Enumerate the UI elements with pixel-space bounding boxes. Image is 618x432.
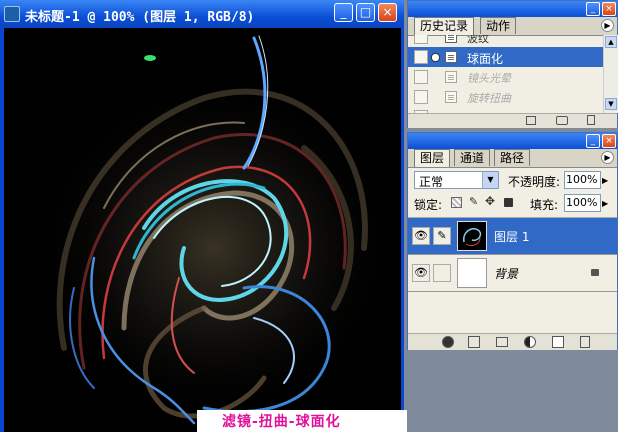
tab-actions[interactable]: 动作 — [480, 17, 517, 34]
layers-panel-title-bar[interactable]: _ × — [408, 133, 617, 149]
delete-layer-trash-icon[interactable] — [580, 336, 590, 348]
layers-list: 👁 ✎ 图层 1 👁 背景 — [408, 217, 617, 334]
history-state-icon — [445, 71, 457, 83]
snapshot-icon[interactable] — [556, 116, 568, 125]
lock-transparency-icon[interactable] — [451, 197, 462, 208]
history-item-label: 球面化 — [467, 52, 504, 66]
fill-slider-arrow-icon[interactable]: ▶ — [602, 199, 608, 208]
lock-brush-icon[interactable]: ✎ — [469, 195, 478, 208]
layer-thumbnail — [457, 258, 487, 288]
lock-label: 锁定: — [414, 198, 443, 212]
layer-name: 背景 — [494, 267, 519, 281]
history-item-label: 波纹 — [467, 35, 489, 45]
layer-brush-link-icon[interactable]: ✎ — [433, 227, 451, 245]
chevron-down-icon[interactable]: ▼ — [482, 172, 498, 188]
opacity-slider-arrow-icon[interactable]: ▶ — [602, 176, 608, 185]
fill-input[interactable]: 100% — [564, 194, 601, 212]
trash-icon[interactable] — [587, 115, 595, 125]
close-button[interactable]: × — [378, 3, 397, 22]
blend-mode-select[interactable]: 正常 ▼ — [414, 171, 499, 189]
layer-group-icon[interactable] — [496, 337, 508, 347]
photoshop-icon — [4, 6, 20, 22]
history-footer — [408, 113, 617, 128]
opacity-value: 100% — [566, 173, 598, 186]
layer-link-slot[interactable] — [433, 264, 451, 282]
layer-mask-icon[interactable] — [468, 336, 480, 348]
minimize-button[interactable]: _ — [334, 3, 353, 22]
new-document-icon[interactable] — [526, 116, 536, 125]
history-state-marker-icon — [431, 53, 440, 62]
document-title-bar[interactable]: 未标题-1 @ 100% (图层 1, RGB/8) _ □ × — [0, 0, 404, 28]
history-state-icon — [445, 91, 457, 103]
adjustment-layer-icon[interactable] — [524, 336, 536, 348]
history-list: 波纹 球面化 镜头光晕 旋转扭曲 — [408, 35, 603, 113]
new-layer-icon[interactable] — [552, 336, 564, 348]
history-panel-title-bar[interactable]: _ × — [408, 1, 617, 17]
layers-close-button[interactable]: × — [602, 134, 616, 148]
fill-label: 填充: — [530, 198, 559, 212]
document-window: 未标题-1 @ 100% (图层 1, RGB/8) _ □ × 滤镜-扭曲-球… — [0, 0, 407, 432]
opacity-label: 不透明度: — [508, 175, 561, 189]
tab-history[interactable]: 历史记录 — [414, 17, 475, 35]
history-state-icon — [445, 51, 457, 63]
layer-visibility-eye-icon[interactable]: 👁 — [412, 227, 430, 245]
history-close-button[interactable]: × — [602, 2, 616, 16]
history-item[interactable]: 旋转扭曲 — [408, 87, 603, 107]
panel-menu-arrow-icon[interactable]: ▶ — [601, 151, 614, 164]
history-scrollbar[interactable]: ▲ ▼ — [603, 35, 618, 113]
history-item-selected[interactable]: 球面化 — [408, 47, 603, 67]
panel-menu-arrow-icon[interactable]: ▶ — [601, 19, 614, 32]
caption-text: 滤镜-扭曲-球面化 — [222, 414, 341, 430]
history-item[interactable]: 波纹 — [408, 35, 603, 47]
history-minimize-button[interactable]: _ — [586, 2, 600, 16]
layers-footer — [408, 333, 617, 350]
history-item-label: 镜头光晕 — [467, 72, 511, 85]
layers-minimize-button[interactable]: _ — [586, 134, 600, 148]
tab-paths[interactable]: 路径 — [494, 149, 531, 166]
lock-move-icon[interactable]: ✥ — [485, 194, 495, 208]
opacity-input[interactable]: 100% — [564, 171, 601, 189]
maximize-button[interactable]: □ — [356, 3, 375, 22]
layer-visibility-eye-icon[interactable]: 👁 — [412, 264, 430, 282]
blend-mode-value: 正常 — [419, 175, 444, 189]
layer-name: 图层 1 — [494, 230, 530, 244]
layers-panel: _ × 图层 通道 路径 ▶ 正常 ▼ 不透明度: 100% ▶ 锁定: ✎ ✥… — [407, 132, 618, 350]
tab-channels[interactable]: 通道 — [454, 149, 491, 166]
canvas[interactable] — [4, 28, 401, 432]
spherize-swirl-artwork — [4, 28, 401, 432]
layer-row-selected[interactable]: 👁 ✎ 图层 1 — [408, 218, 617, 255]
history-state-icon — [445, 35, 457, 43]
document-title: 未标题-1 @ 100% (图层 1, RGB/8) — [25, 10, 255, 25]
tab-layers[interactable]: 图层 — [414, 149, 451, 167]
history-item-label: 旋转扭曲 — [467, 92, 511, 105]
layer-lock-icon — [591, 269, 599, 276]
history-item[interactable]: 镜头光晕 — [408, 67, 603, 87]
lock-all-icon[interactable] — [504, 198, 513, 207]
layer-row[interactable]: 👁 背景 — [408, 255, 617, 292]
history-panel: _ × 历史记录 动作 ▶ 波纹 球面化 镜头光晕 旋转扭曲 ▲ ▼ — [407, 0, 618, 128]
layer-thumbnail — [457, 221, 487, 251]
fill-value: 100% — [566, 196, 598, 209]
layer-style-icon[interactable] — [442, 336, 454, 348]
